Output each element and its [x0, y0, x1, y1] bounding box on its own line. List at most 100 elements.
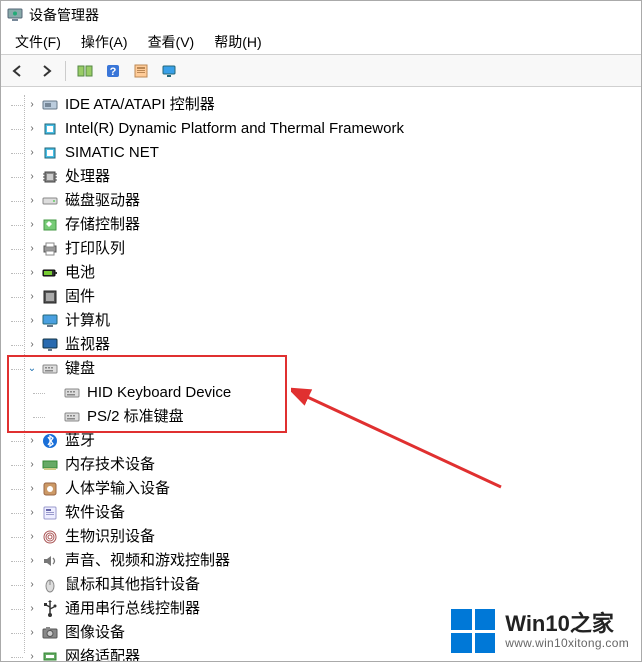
chevron-right-icon[interactable]: › — [25, 194, 39, 208]
chevron-right-icon[interactable]: › — [25, 314, 39, 328]
tree-node[interactable]: › 内存技术设备 — [11, 453, 641, 477]
app-icon — [7, 7, 23, 23]
tree-node[interactable]: ⌄ 键盘 — [11, 357, 641, 381]
chevron-right-icon[interactable]: › — [25, 434, 39, 448]
tree-node-label: 网络适配器 — [65, 645, 140, 661]
tree-node[interactable]: › 电池 — [11, 261, 641, 285]
watermark-title: Win10之家 — [505, 612, 629, 636]
storage-controller-icon — [41, 216, 59, 234]
tree-node-label: HID Keyboard Device — [87, 381, 231, 405]
windows-logo-icon — [451, 609, 495, 653]
tree-node[interactable]: ›生物识别设备 — [11, 525, 641, 549]
nav-forward-button[interactable] — [33, 58, 59, 84]
tree-node[interactable]: › 鼠标和其他指针设备 — [11, 573, 641, 597]
chevron-right-icon[interactable]: › — [25, 290, 39, 304]
memory-icon — [41, 456, 59, 474]
chevron-right-icon[interactable]: › — [25, 338, 39, 352]
network-icon — [41, 648, 59, 661]
chevron-right-icon[interactable]: › — [25, 578, 39, 592]
tree-node[interactable]: HID Keyboard Device — [11, 381, 641, 405]
speaker-icon — [41, 552, 59, 570]
tree-node[interactable]: › 蓝牙 — [11, 429, 641, 453]
tree-node[interactable]: PS/2 标准键盘 — [11, 405, 641, 429]
menu-help[interactable]: 帮助(H) — [204, 30, 271, 54]
menu-file[interactable]: 文件(F) — [5, 30, 71, 54]
menu-action[interactable]: 操作(A) — [71, 30, 138, 54]
usb-icon — [41, 600, 59, 618]
window-title: 设备管理器 — [29, 5, 99, 25]
watermark-url: www.win10xitong.com — [505, 637, 629, 650]
monitor-icon — [41, 336, 59, 354]
tree-node-label: 蓝牙 — [65, 429, 95, 453]
monitor-refresh-icon — [161, 63, 177, 79]
toolbar: ? — [1, 55, 641, 87]
software-icon — [41, 504, 59, 522]
chevron-right-icon[interactable]: › — [25, 506, 39, 520]
show-hide-console-button[interactable] — [72, 58, 98, 84]
tree-node[interactable]: › 软件设备 — [11, 501, 641, 525]
keyboard-icon — [63, 408, 81, 426]
tree-node-label: 软件设备 — [65, 501, 125, 525]
tree-node[interactable]: › Intel(R) Dynamic Platform and Thermal F… — [11, 117, 641, 141]
device-tree[interactable]: ›IDE ATA/ATAPI 控制器›Intel(R) Dynamic Plat… — [1, 87, 641, 661]
help-button[interactable]: ? — [100, 58, 126, 84]
chevron-right-icon[interactable]: › — [25, 266, 39, 280]
chevron-right-icon[interactable]: › — [25, 482, 39, 496]
tree-node-label: 声音、视频和游戏控制器 — [65, 549, 230, 573]
tree-node-label: 通用串行总线控制器 — [65, 597, 200, 621]
hid-icon — [41, 480, 59, 498]
chevron-right-icon[interactable]: › — [25, 170, 39, 184]
chevron-right-icon[interactable]: › — [25, 626, 39, 640]
tree-node-label: SIMATIC NET — [65, 141, 159, 165]
properties-icon — [133, 63, 149, 79]
chevron-right-icon[interactable]: › — [25, 146, 39, 160]
chevron-right-icon[interactable]: › — [25, 122, 39, 136]
tree-node[interactable]: ›人体学输入设备 — [11, 477, 641, 501]
chevron-down-icon[interactable]: ⌄ — [25, 362, 39, 376]
chevron-right-icon[interactable]: › — [25, 530, 39, 544]
tree-node-label: 鼠标和其他指针设备 — [65, 573, 200, 597]
tree-node-label: 磁盘驱动器 — [65, 189, 140, 213]
tree-node-label: 键盘 — [65, 357, 95, 381]
menu-view[interactable]: 查看(V) — [138, 30, 205, 54]
tree-node[interactable]: › 计算机 — [11, 309, 641, 333]
tree-node-label: 计算机 — [65, 309, 110, 333]
disk-icon — [41, 192, 59, 210]
arrow-right-icon — [38, 63, 54, 79]
biometric-icon — [41, 528, 59, 546]
tree-node-label: Intel(R) Dynamic Platform and Thermal Fr… — [65, 117, 404, 141]
keyboard-icon — [63, 384, 81, 402]
tree-node[interactable]: ›IDE ATA/ATAPI 控制器 — [11, 93, 641, 117]
properties-button[interactable] — [128, 58, 154, 84]
chevron-right-icon[interactable]: › — [25, 218, 39, 232]
chevron-right-icon[interactable]: › — [25, 242, 39, 256]
tree-node[interactable]: ›存储控制器 — [11, 213, 641, 237]
chevron-right-icon[interactable]: › — [25, 602, 39, 616]
computer-icon — [41, 312, 59, 330]
chevron-right-icon[interactable]: › — [25, 458, 39, 472]
tree-node[interactable]: › 固件 — [11, 285, 641, 309]
chevron-right-icon[interactable]: › — [25, 98, 39, 112]
mouse-icon — [41, 576, 59, 594]
tree-node-label: 打印队列 — [65, 237, 125, 261]
tree-node[interactable]: › 监视器 — [11, 333, 641, 357]
scan-hardware-button[interactable] — [156, 58, 182, 84]
chip-icon — [41, 144, 59, 162]
arrow-left-icon — [10, 63, 26, 79]
camera-icon — [41, 624, 59, 642]
tree-node-label: 电池 — [65, 261, 95, 285]
toolbar-separator — [65, 61, 66, 81]
chevron-right-icon[interactable]: › — [25, 554, 39, 568]
nav-back-button[interactable] — [5, 58, 31, 84]
tree-node-label: 固件 — [65, 285, 95, 309]
tree-node[interactable]: ›处理器 — [11, 165, 641, 189]
help-icon: ? — [105, 63, 121, 79]
tree-node[interactable]: › SIMATIC NET — [11, 141, 641, 165]
tree-node[interactable]: › 磁盘驱动器 — [11, 189, 641, 213]
tree-node-label: 内存技术设备 — [65, 453, 155, 477]
tree-node-label: 监视器 — [65, 333, 110, 357]
tree-leaf-spacer — [47, 386, 61, 400]
tree-node[interactable]: › 声音、视频和游戏控制器 — [11, 549, 641, 573]
tree-node[interactable]: › 打印队列 — [11, 237, 641, 261]
chevron-right-icon[interactable]: › — [25, 650, 39, 661]
